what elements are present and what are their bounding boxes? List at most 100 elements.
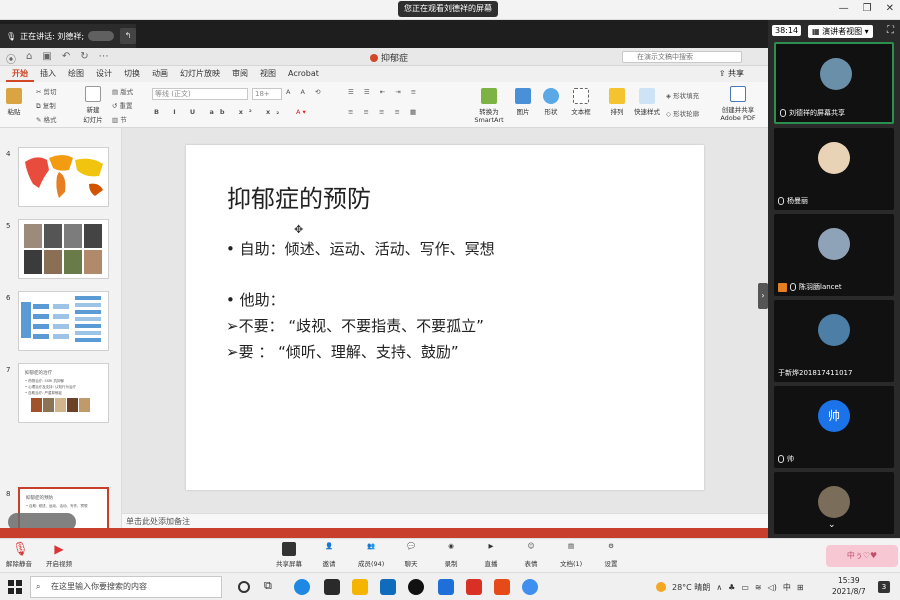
cortana-icon[interactable]: [238, 581, 250, 593]
taskbar-search-input[interactable]: ⌕ 在这里输入你要搜索的内容: [30, 576, 222, 598]
font-color-icon[interactable]: A ▾: [296, 108, 306, 116]
close-icon[interactable]: ✕: [886, 3, 894, 14]
tray-app-icon[interactable]: ♣: [728, 583, 735, 592]
tray-chevron-icon[interactable]: ∧: [716, 583, 722, 592]
edge-icon[interactable]: [294, 579, 310, 595]
convert-smartart-button[interactable]: 转换为 SmartArt: [470, 88, 508, 124]
weather-text[interactable]: 28°C 晴朗: [672, 582, 710, 593]
slide-bullet-dont[interactable]: ➢不要： “歧视、不要指责、不要孤立”: [226, 315, 484, 336]
store-icon[interactable]: [324, 579, 340, 595]
powerpoint-taskbar-icon[interactable]: [494, 579, 510, 595]
tab-acrobat[interactable]: Acrobat: [282, 66, 325, 82]
blue-app-icon[interactable]: [438, 579, 454, 595]
docs-button[interactable]: ▤ 文档(1): [560, 542, 582, 568]
members-button[interactable]: 👥 成员(94): [358, 542, 384, 568]
quick-styles-button[interactable]: 快速样式: [632, 88, 662, 116]
current-slide[interactable]: 抑郁症的预防 • 自助：倾述、运动、活动、写作、冥想 • 他助： ➢不要： “歧…: [186, 145, 704, 490]
paragraph-list-buttons[interactable]: ☰ ☰ ⇤ ⇥ ≡: [348, 88, 420, 96]
arrange-button[interactable]: 排列: [606, 88, 628, 116]
shape-button[interactable]: 形状: [540, 88, 562, 116]
copy-button[interactable]: ⧉ 复制: [36, 100, 56, 111]
live-button[interactable]: ▶ 直播: [484, 542, 498, 568]
participant-tile[interactable]: 杨曼丽: [774, 128, 894, 210]
scroll-down-chevron-icon[interactable]: ⌄: [828, 520, 836, 530]
participant-tile[interactable]: 于新烨201817411017: [774, 300, 894, 382]
ime-icon[interactable]: 中: [783, 582, 791, 593]
shape-outline-button[interactable]: ◇ 形状轮廓: [666, 108, 699, 118]
tab-design[interactable]: 设计: [90, 66, 118, 82]
participant-tile[interactable]: 陈羽腼lancet: [774, 214, 894, 296]
font-name-select[interactable]: 等线 (正文): [152, 88, 248, 100]
slide-bullet-others-help[interactable]: • 他助：: [226, 289, 285, 310]
share-screen-button[interactable]: 共享屏幕: [276, 542, 302, 568]
slide-bullet-do[interactable]: ➢要 ： “倾听、理解、支持、鼓励”: [226, 341, 459, 362]
font-format-buttons[interactable]: B I U ab x² x₂: [154, 108, 285, 116]
layout-button[interactable]: ▤ 版式: [112, 86, 133, 96]
tab-review[interactable]: 审阅: [226, 66, 254, 82]
tab-view[interactable]: 视图: [254, 66, 282, 82]
slide-thumb-7[interactable]: 抑郁症的治疗 • 药物治疗: SSRI 抗抑郁 • 心理治疗及支持: 认知行为治…: [18, 363, 109, 423]
more-icon[interactable]: ⋯: [99, 51, 109, 66]
start-video-button[interactable]: ▶ 开启视频: [46, 542, 72, 568]
windows-start-icon[interactable]: [8, 580, 22, 594]
file-explorer-icon[interactable]: [352, 579, 368, 595]
unmute-button[interactable]: 🎙 解除静音: [6, 542, 32, 568]
slide-thumb-6[interactable]: [18, 291, 109, 351]
font-grow-shrink[interactable]: A A ⟲: [286, 88, 324, 96]
textbox-button[interactable]: 文本框: [568, 88, 594, 116]
format-painter-button[interactable]: ✎ 格式: [36, 114, 57, 124]
minimize-icon[interactable]: —: [839, 3, 849, 14]
wifi-icon[interactable]: ≋: [755, 583, 762, 592]
slide-thumb-8[interactable]: 抑郁症的预防 • 自助: 倾述、运动、活动、写作、冥想: [8, 487, 109, 528]
view-mode-button[interactable]: ▦ 演讲者视图 ▾: [808, 25, 873, 38]
meeting-app-icon[interactable]: [522, 579, 538, 595]
paste-button[interactable]: 粘贴: [6, 88, 22, 116]
slide-thumb-4[interactable]: [18, 147, 109, 207]
reset-button[interactable]: ↺ 重置: [112, 100, 133, 110]
autosave-icon[interactable]: ⦿: [6, 51, 16, 66]
record-button[interactable]: ◉ 录制: [444, 542, 458, 568]
tab-animations[interactable]: 动画: [146, 66, 174, 82]
tab-home[interactable]: 开始: [6, 66, 34, 82]
slide-bullet-self-help[interactable]: • 自助：倾述、运动、活动、写作、冥想: [226, 238, 495, 259]
new-slide-button[interactable]: 新建 幻灯片: [78, 86, 108, 124]
share-button[interactable]: ⇪ 共享: [719, 66, 744, 82]
fullscreen-icon[interactable]: ⛶: [887, 25, 894, 36]
collapse-panel-chevron-icon[interactable]: ›: [758, 283, 768, 309]
save-icon[interactable]: ▣: [42, 51, 51, 66]
redo-icon[interactable]: ↻: [80, 51, 88, 66]
ime-grid-icon[interactable]: ⊞: [797, 583, 804, 592]
participant-tile[interactable]: ⌄: [774, 472, 894, 534]
font-size-select[interactable]: 18+: [252, 88, 282, 100]
volume-icon[interactable]: ◁): [768, 583, 777, 592]
section-button[interactable]: ▥ 节: [112, 114, 127, 124]
tab-insert[interactable]: 插入: [34, 66, 62, 82]
wps-icon[interactable]: [466, 579, 482, 595]
collapse-speaker-button[interactable]: ↰: [120, 28, 136, 44]
participant-tile[interactable]: 帅 帅: [774, 386, 894, 468]
slide-title[interactable]: 抑郁症的预防: [227, 179, 371, 214]
cut-button[interactable]: ✂ 剪切: [36, 86, 57, 96]
slide-thumbnails-panel[interactable]: 4 5 6 7 抑郁症的治疗 • 药物治疗: SSRI 抗抑郁 • 心理治疗及支…: [0, 128, 122, 528]
undo-icon[interactable]: ↶: [62, 51, 70, 66]
paragraph-align-buttons[interactable]: ≡ ≡ ≡ ≡ ▦: [348, 108, 420, 116]
ppt-search-input[interactable]: 在演示文稿中搜索: [622, 51, 742, 63]
reactions-button[interactable]: ☺ 表情: [524, 542, 538, 568]
tab-slideshow[interactable]: 幻灯片放映: [174, 66, 226, 82]
picture-button[interactable]: 图片: [512, 88, 534, 116]
restore-icon[interactable]: ❐: [863, 3, 872, 14]
mail-icon[interactable]: [380, 579, 396, 595]
tab-transitions[interactable]: 切换: [118, 66, 146, 82]
shape-fill-button[interactable]: ◈ 形状填充: [666, 90, 699, 100]
task-view-icon[interactable]: ⧉: [264, 579, 280, 595]
notes-pane[interactable]: 单击此处添加备注: [122, 513, 768, 528]
create-pdf-button[interactable]: 创建并共享 Adobe PDF: [718, 86, 758, 122]
participant-tile[interactable]: 刘德祥的屏幕共享: [774, 42, 894, 124]
slide-thumb-5[interactable]: [18, 219, 109, 279]
invite-button[interactable]: 👤 邀请: [322, 542, 336, 568]
chat-button[interactable]: 💬 聊天: [404, 542, 418, 568]
notification-badge[interactable]: 3: [878, 581, 890, 593]
settings-button[interactable]: ⚙ 设置: [604, 542, 618, 568]
network-icon[interactable]: ▭: [741, 583, 749, 592]
tab-draw[interactable]: 绘图: [62, 66, 90, 82]
